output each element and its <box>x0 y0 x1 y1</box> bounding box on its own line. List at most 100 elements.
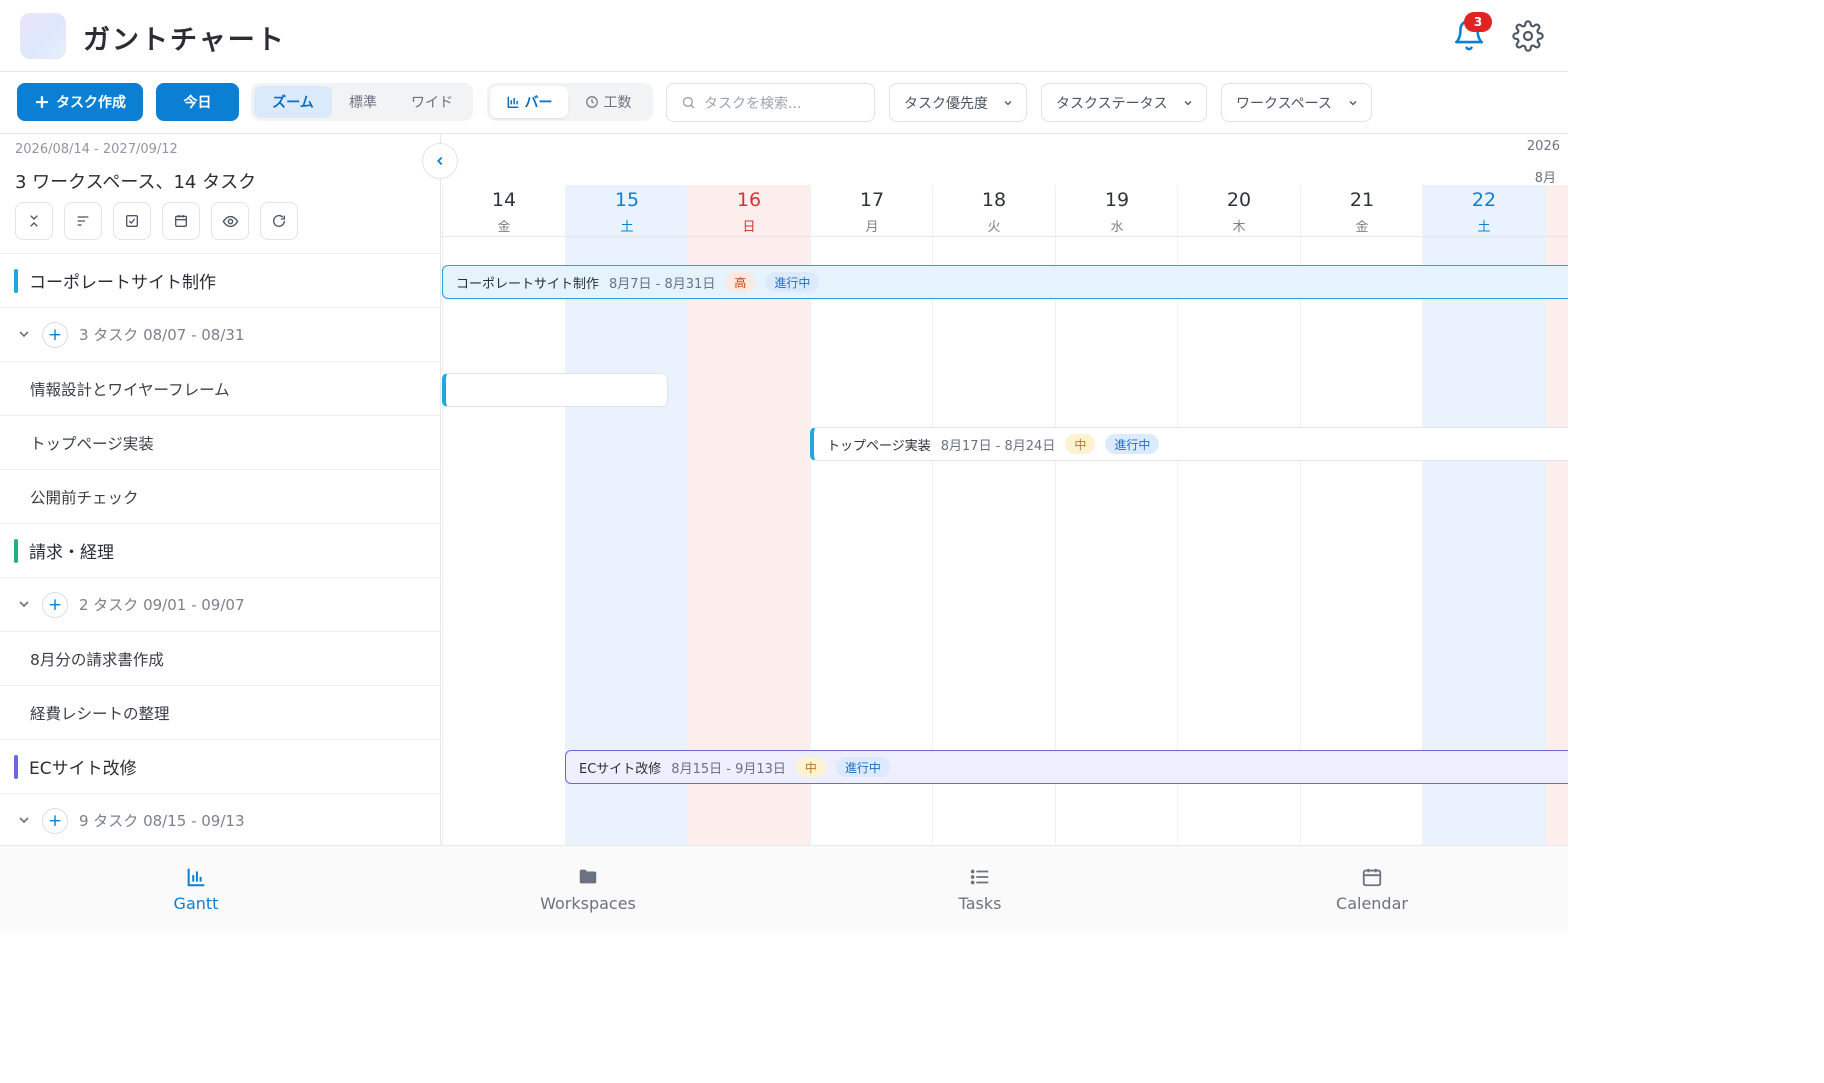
eye-icon <box>222 215 238 227</box>
nav-tasks[interactable]: Tasks <box>784 846 1176 931</box>
gantt-bar[interactable]: ECサイト改修 8月15日 - 9月13日 中 進行中 <box>565 750 1568 784</box>
calendar-button[interactable] <box>162 202 200 240</box>
checkbox-button[interactable] <box>113 202 151 240</box>
task-name: トップページ実装 <box>30 434 154 453</box>
gantt-bar[interactable]: コーポレートサイト制作 8月7日 - 8月31日 高 進行中 <box>442 265 1568 299</box>
today-button[interactable]: 今日 <box>156 83 239 121</box>
chevron-down-icon <box>1004 100 1012 105</box>
clock-icon <box>585 96 598 108</box>
chevron-down-icon[interactable] <box>16 326 32 342</box>
task-row[interactable]: 情報設計とワイヤーフレーム <box>0 361 441 415</box>
group-meta-row: + 2 タスク 09/01 - 09/07 <box>0 577 441 631</box>
gantt-bar[interactable]: トップページ実装 8月17日 - 8月24日 中 進行中 <box>810 427 1568 461</box>
app-logo <box>20 13 66 59</box>
day-weekday: 火 <box>987 220 1001 235</box>
task-name: 経費レシートの整理 <box>30 704 170 723</box>
toolbar: + タスク作成 今日 ズーム 標準 ワイド バー 工数 タスクを検索... タス… <box>0 72 1568 134</box>
chevron-down-icon[interactable] <box>16 596 32 612</box>
day-weekday: 日 <box>742 220 756 235</box>
group-row[interactable]: 請求・経理 <box>0 523 441 577</box>
task-row[interactable]: 8月分の請求書作成 <box>0 631 441 685</box>
collapse-panel-button[interactable] <box>422 143 458 179</box>
folder-icon <box>579 869 597 884</box>
status-badge: 進行中 <box>765 272 820 292</box>
day-weekday: 金 <box>1355 220 1369 235</box>
group-meta-row: + 3 タスク 08/07 - 08/31 <box>0 307 441 361</box>
group-color-bar <box>14 539 18 563</box>
view-option-bar-label: バー <box>524 95 553 111</box>
create-task-button[interactable]: + タスク作成 <box>17 83 143 121</box>
bar-dates: 8月15日 - 9月13日 <box>671 761 786 777</box>
view-option-bar[interactable]: バー <box>490 86 568 118</box>
zoom-toggle: ズーム 標準 ワイド <box>251 83 473 121</box>
bar-dates: 8月7日 - 8月31日 <box>609 276 716 292</box>
nav-gantt-label: Gantt <box>173 894 219 913</box>
bar-name: ECサイト改修 <box>579 761 662 777</box>
group-row[interactable]: コーポレートサイト制作 <box>0 253 441 307</box>
day-number: 18 <box>981 189 1007 211</box>
create-task-label: タスク作成 <box>55 95 126 111</box>
calendar-icon <box>175 215 187 227</box>
priority-badge: 高 <box>725 272 756 292</box>
day-weekday: 土 <box>1477 220 1491 235</box>
day-weekday: 月 <box>865 220 879 235</box>
gear-icon[interactable] <box>1512 20 1544 52</box>
search-box[interactable]: タスクを検索... <box>666 83 875 122</box>
priority-filter-label: タスク優先度 <box>904 95 988 112</box>
chevron-down-icon[interactable] <box>16 812 32 828</box>
nav-calendar-label: Calendar <box>1336 894 1408 913</box>
chevron-down-icon <box>1349 100 1357 105</box>
priority-filter-dropdown[interactable]: タスク優先度 <box>889 83 1027 122</box>
add-task-button[interactable]: + <box>42 808 68 834</box>
day-number: 19 <box>1104 189 1130 211</box>
task-name: 情報設計とワイヤーフレーム <box>30 380 230 399</box>
bar-dates: 8月17日 - 8月24日 <box>940 438 1056 454</box>
day-weekday: 水 <box>1110 220 1124 235</box>
refresh-button[interactable] <box>260 202 298 240</box>
day-number: 22 <box>1471 189 1497 211</box>
day-weekday: 木 <box>1232 220 1246 235</box>
view-option-effort[interactable]: 工数 <box>568 86 648 118</box>
zoom-option-wide[interactable]: ワイド <box>394 86 470 118</box>
header-divider <box>442 236 1568 237</box>
group-meta: 3 タスク 08/07 - 08/31 <box>79 326 245 344</box>
sort-button[interactable] <box>64 202 102 240</box>
priority-badge: 中 <box>795 757 826 777</box>
status-badge: 進行中 <box>835 757 890 777</box>
checkbox-icon <box>126 215 138 227</box>
bar-chart-icon <box>187 868 205 887</box>
nav-workspaces[interactable]: Workspaces <box>392 846 784 931</box>
visibility-button[interactable] <box>211 202 249 240</box>
status-filter-label: タスクステータス <box>1056 95 1168 112</box>
day-number: 21 <box>1349 189 1375 211</box>
zoom-option-standard[interactable]: 標準 <box>332 86 394 118</box>
nav-calendar[interactable]: Calendar <box>1176 846 1568 931</box>
task-summary: 3 ワークスペース、14 タスク <box>15 172 257 193</box>
status-filter-dropdown[interactable]: タスクステータス <box>1041 83 1207 122</box>
day-weekday: 金 <box>497 220 511 235</box>
day-number: 15 <box>614 189 640 211</box>
status-badge: 進行中 <box>1105 434 1160 454</box>
nav-gantt[interactable]: Gantt <box>0 846 392 931</box>
search-input[interactable]: タスクを検索... <box>704 93 801 113</box>
group-color-bar <box>14 755 18 779</box>
group-name: コーポレートサイト制作 <box>29 273 216 293</box>
sort-icon <box>77 216 89 226</box>
gantt-bar[interactable] <box>442 373 668 407</box>
day-number: 17 <box>859 189 885 211</box>
zoom-option-zoom[interactable]: ズーム <box>254 86 332 118</box>
view-toggle: バー 工数 <box>487 83 653 121</box>
collapse-all-button[interactable] <box>15 202 53 240</box>
task-row[interactable]: トップページ実装 <box>0 415 441 469</box>
add-task-button[interactable]: + <box>42 322 68 348</box>
group-meta: 9 タスク 08/15 - 09/13 <box>79 812 245 830</box>
group-row[interactable]: ECサイト改修 <box>0 739 441 793</box>
timeline-year: 2026 <box>1526 139 1560 154</box>
task-row[interactable]: 経費レシートの整理 <box>0 685 441 739</box>
nav-workspaces-label: Workspaces <box>540 894 636 913</box>
today-label: 今日 <box>183 95 212 111</box>
add-task-button[interactable]: + <box>42 592 68 618</box>
workspace-filter-dropdown[interactable]: ワークスペース <box>1221 83 1372 122</box>
chevron-down-icon <box>1184 100 1192 105</box>
task-row[interactable]: 公開前チェック <box>0 469 441 523</box>
